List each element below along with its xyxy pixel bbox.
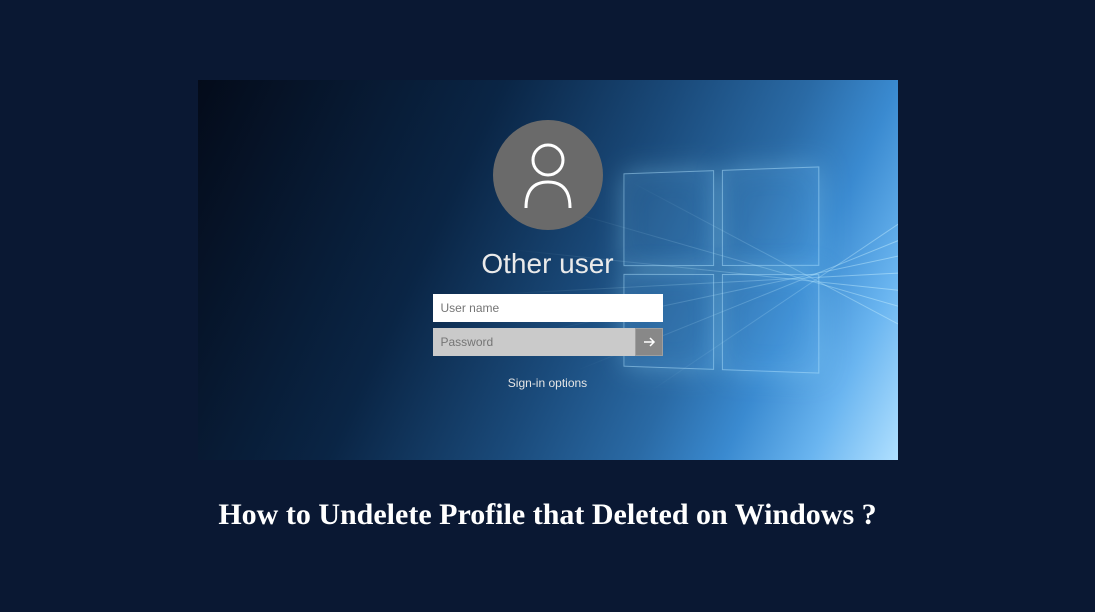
signin-options-link[interactable]: Sign-in options (508, 376, 587, 390)
page-caption: How to Undelete Profile that Deleted on … (218, 498, 876, 532)
username-row (433, 294, 663, 322)
user-display-name: Other user (481, 248, 613, 280)
password-row (433, 328, 663, 356)
username-input[interactable] (433, 294, 663, 322)
windows-login-screen: Other user Sign-in options (198, 80, 898, 460)
user-avatar (493, 120, 603, 230)
password-input[interactable] (433, 328, 635, 356)
submit-button[interactable] (635, 328, 663, 356)
person-icon (518, 140, 578, 210)
arrow-right-icon (642, 335, 656, 349)
